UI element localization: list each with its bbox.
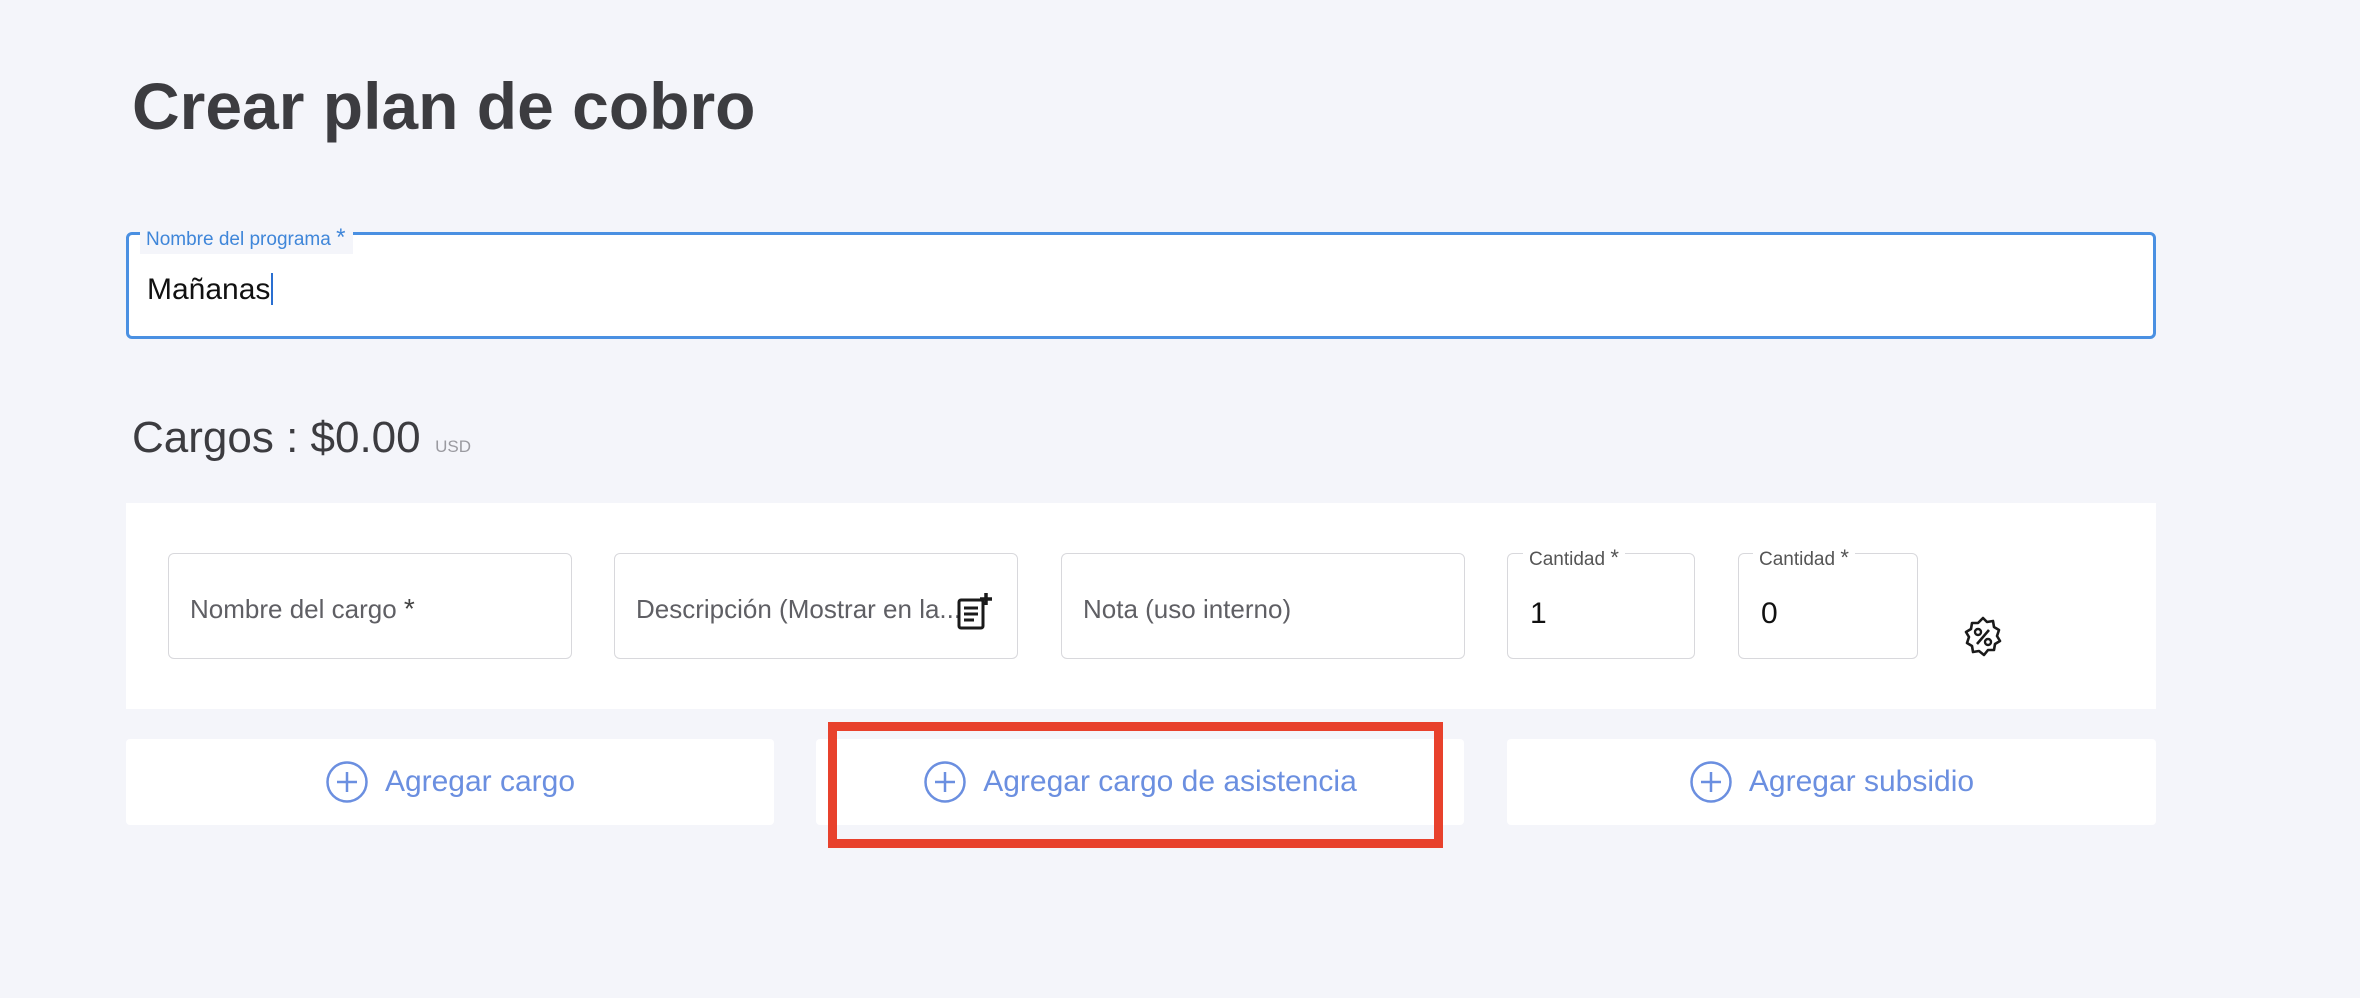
add-charge-label: Agregar cargo: [384, 765, 576, 798]
program-name-value[interactable]: Mañanas: [147, 270, 274, 310]
charges-heading: Cargos : $0.00 USD: [132, 408, 471, 478]
quantity-label-text: Cantidad: [1759, 549, 1836, 570]
highlight-box: [828, 722, 1443, 848]
currency-label: USD: [435, 437, 471, 456]
program-name-label-text: Nombre del programa: [146, 229, 331, 250]
program-name-input[interactable]: [126, 232, 2156, 339]
quantity-value-2: 0: [1761, 597, 1778, 630]
plus-circle-icon: [1690, 761, 1732, 803]
required-mark: *: [1840, 545, 1849, 570]
page-title: Crear plan de cobro: [132, 69, 756, 143]
quantity-value: 1: [1530, 597, 1547, 630]
charge-name-placeholder-text: Nombre del cargo: [190, 594, 397, 624]
required-mark: *: [336, 224, 346, 251]
plus-circle-icon: [326, 761, 368, 803]
note-add-icon[interactable]: [955, 592, 995, 632]
percent-badge-icon[interactable]: [1962, 616, 2004, 658]
charges-total: Cargos : $0.00: [132, 413, 421, 462]
charge-name-placeholder: Nombre del cargo *: [190, 591, 415, 627]
add-charge-button[interactable]: Agregar cargo: [126, 739, 774, 825]
program-name-label: Nombre del programa *: [140, 224, 354, 254]
program-name-text: Mañanas: [147, 273, 271, 306]
add-subsidy-label: Agregar subsidio: [1748, 765, 1975, 798]
text-cursor: [271, 273, 274, 305]
quantity-label: Cantidad *: [1523, 546, 1625, 572]
note-placeholder: Nota (uso interno): [1083, 594, 1292, 624]
add-subsidy-button[interactable]: Agregar subsidio: [1507, 739, 2156, 825]
quantity-label-text: Cantidad: [1529, 549, 1606, 570]
quantity-label-2: Cantidad *: [1753, 546, 1855, 572]
required-mark: *: [1610, 545, 1619, 570]
required-mark: *: [403, 593, 415, 624]
description-placeholder: Descripción (Mostrar en la...: [636, 594, 962, 624]
